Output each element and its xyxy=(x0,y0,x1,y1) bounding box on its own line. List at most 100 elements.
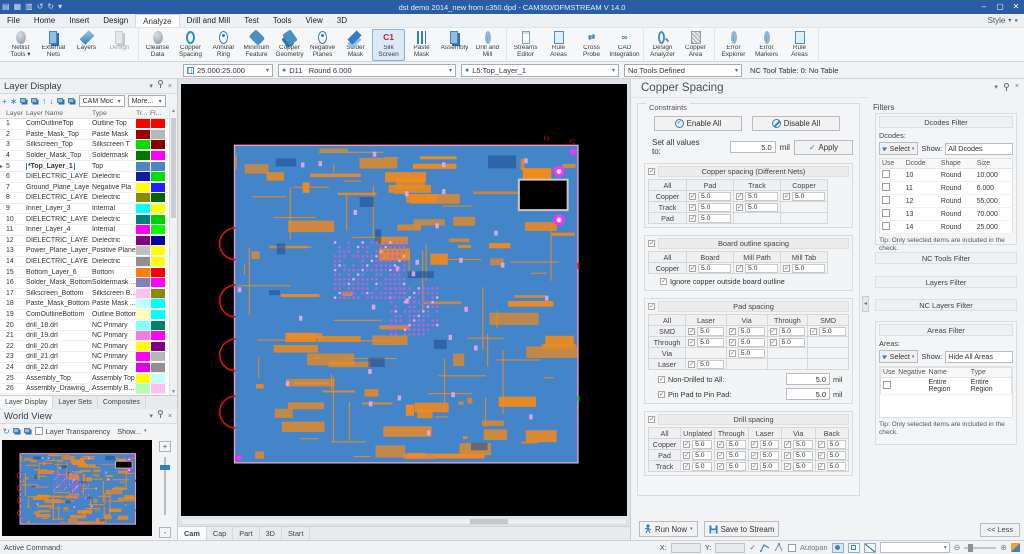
flash-color-swatch[interactable] xyxy=(151,140,165,149)
flash-color-swatch[interactable] xyxy=(151,257,165,266)
spacing-checkbox[interactable] xyxy=(751,452,758,459)
style-dropdown-icon[interactable]: ▾ xyxy=(1008,17,1011,24)
spacing-checkbox[interactable] xyxy=(729,350,736,357)
spacing-checkbox[interactable] xyxy=(770,339,777,346)
menu-drill-and-mill[interactable]: Drill and Mill xyxy=(180,14,238,27)
spacing-value-input[interactable]: 5.0 xyxy=(745,203,778,212)
flash-color-swatch[interactable] xyxy=(151,321,165,330)
spacing-checkbox[interactable] xyxy=(751,441,758,448)
layer-row-25[interactable]: 25Assembly_TopAssembly Top xyxy=(0,373,177,384)
column-header-layer[interactable]: Layer xyxy=(6,110,26,117)
trace-color-swatch[interactable] xyxy=(136,321,150,330)
flash-color-swatch[interactable] xyxy=(151,289,165,298)
copy-view-icon[interactable] xyxy=(24,428,30,433)
spacing-checkbox[interactable] xyxy=(751,463,758,470)
spacing-checkbox[interactable] xyxy=(784,441,791,448)
layer-combo[interactable]: ● L5:Top_Layer_1▾ xyxy=(461,64,619,77)
menu-test[interactable]: Test xyxy=(237,14,266,27)
layer-transparency-checkbox[interactable] xyxy=(35,427,43,435)
flash-color-swatch[interactable] xyxy=(151,310,165,319)
dcode-use-checkbox[interactable] xyxy=(882,196,890,204)
layer-row-5[interactable]: ▸5*Top_Layer_1Top xyxy=(0,161,177,172)
flash-color-swatch[interactable] xyxy=(151,215,165,224)
layer-row-20[interactable]: 20drill_18.drlNC Primary xyxy=(0,320,177,331)
spacing-value-input[interactable]: 5.0 xyxy=(698,264,731,273)
layer-row-14[interactable]: 14DIELECTRIC_LAYEDielectric xyxy=(0,257,177,268)
x-coordinate-input[interactable] xyxy=(671,543,701,553)
help-dot-icon[interactable]: ● xyxy=(1014,18,1018,24)
dcode-use-checkbox[interactable] xyxy=(882,222,890,230)
trace-color-swatch[interactable] xyxy=(136,363,150,372)
canvas-tab-cap[interactable]: Cap xyxy=(207,527,233,540)
dcode-row[interactable]: 14Round25.000 xyxy=(880,221,1013,234)
merge-layer-icon[interactable] xyxy=(68,98,74,103)
trace-color-swatch[interactable] xyxy=(136,384,150,393)
flash-color-swatch[interactable] xyxy=(151,331,165,340)
section-title[interactable]: Board outline spacing xyxy=(658,238,849,249)
spacing-value-input[interactable]: 5.0 xyxy=(793,451,812,460)
design-analyzer-button[interactable]: Design Analyzer xyxy=(646,29,679,61)
add-layer-icon[interactable]: + xyxy=(2,95,7,107)
areas-select-button[interactable]: ▶ Select ▾ xyxy=(879,350,918,363)
layer-row-11[interactable]: 11Inner_Layer_4Internal xyxy=(0,225,177,236)
layer-row-16[interactable]: 16Solder_Mask_BottomSoldermask ... xyxy=(0,278,177,289)
column-header-tr[interactable]: Tr... xyxy=(136,110,150,117)
flash-color-swatch[interactable] xyxy=(151,130,165,139)
spacing-checkbox[interactable] xyxy=(736,193,743,200)
layer-name-input[interactable]: *Top_Layer_1 xyxy=(26,163,75,170)
dcodes-filter-header[interactable]: Dcodes Filter xyxy=(879,116,1013,128)
chevron-down-icon[interactable]: ▾ xyxy=(994,83,998,93)
flash-color-swatch[interactable] xyxy=(151,236,165,245)
tab-layer-display[interactable]: Layer Display xyxy=(0,396,53,409)
trace-color-swatch[interactable] xyxy=(136,299,150,308)
trace-color-swatch[interactable] xyxy=(136,342,150,351)
pin-icon[interactable] xyxy=(157,409,164,424)
status-combo[interactable]: ▾ xyxy=(880,542,950,553)
move-layer-up-icon[interactable]: ↑ xyxy=(42,95,46,107)
rule-areas-button[interactable]: Rule Areas xyxy=(542,29,575,61)
save-to-stream-button[interactable]: Save to Stream xyxy=(704,521,780,537)
spacing-checkbox[interactable] xyxy=(784,463,791,470)
dcode-use-checkbox[interactable] xyxy=(882,170,890,178)
layer-row-22[interactable]: 22drill_20.drlNC Primary xyxy=(0,341,177,352)
layer-row-23[interactable]: 23drill_21.drlNC Primary xyxy=(0,352,177,363)
tab-layer-sets[interactable]: Layer Sets xyxy=(53,396,97,409)
select-mode-toggle[interactable] xyxy=(832,543,844,553)
flash-color-swatch[interactable] xyxy=(151,172,165,181)
dcode-row[interactable]: 11Round6.000 xyxy=(880,182,1013,195)
netlist-tools-button[interactable]: Netlist Tools ▾ xyxy=(4,29,37,61)
area-row[interactable]: Entire RegionEntire Region xyxy=(881,378,1012,395)
line-mode-toggle[interactable] xyxy=(864,543,876,553)
spacing-value-input[interactable]: 5.0 xyxy=(726,462,746,471)
close-button[interactable]: ✕ xyxy=(1008,0,1024,14)
grid-combo[interactable]: 25.000:25.000▾ xyxy=(183,64,273,77)
set-all-input[interactable]: 5.0 xyxy=(730,141,776,153)
minimum-feature-button[interactable]: Minimum Feature xyxy=(240,29,273,61)
spacing-value-input[interactable]: 5.0 xyxy=(792,264,825,273)
flash-color-swatch[interactable] xyxy=(151,183,165,192)
spacing-checkbox[interactable] xyxy=(717,452,724,459)
tab-composites[interactable]: Composites xyxy=(98,396,146,409)
spacing-value-input[interactable]: 5.0 xyxy=(738,327,765,336)
autopan-checkbox[interactable] xyxy=(788,544,796,552)
trace-color-swatch[interactable] xyxy=(136,140,150,149)
menu-tools[interactable]: Tools xyxy=(266,14,299,27)
refresh-view-icon[interactable]: ↻ xyxy=(3,427,10,436)
menu-analyze[interactable]: Analyze xyxy=(135,14,179,27)
negative-planes-button[interactable]: Negative Planes xyxy=(306,29,339,61)
extra-checkbox[interactable] xyxy=(658,376,665,383)
cleanse-data-button[interactable]: Cleanse Data xyxy=(141,29,174,61)
zoom-slider-thumb[interactable] xyxy=(160,465,170,470)
menu-insert[interactable]: Insert xyxy=(62,14,96,27)
layer-row-2[interactable]: 2Paste_Mask_TopPaste Mask xyxy=(0,130,177,141)
enable-all-button[interactable]: Enable All xyxy=(654,116,742,131)
spacing-value-input[interactable]: 5.0 xyxy=(726,440,746,449)
cross-probe-button[interactable]: ⇄Cross Probe xyxy=(575,29,608,61)
move-layer-down-icon[interactable]: ↓ xyxy=(49,95,53,107)
spacing-value-input[interactable]: 5.0 xyxy=(738,338,765,347)
spacing-value-input[interactable]: 5.0 xyxy=(819,327,846,336)
zoom-out-button[interactable]: - xyxy=(159,527,171,538)
display-mode-icon[interactable] xyxy=(1011,543,1020,552)
spacing-value-input[interactable]: 5.0 xyxy=(698,214,731,223)
layer-row-15[interactable]: 15Bottom_Layer_6Bottom xyxy=(0,267,177,278)
